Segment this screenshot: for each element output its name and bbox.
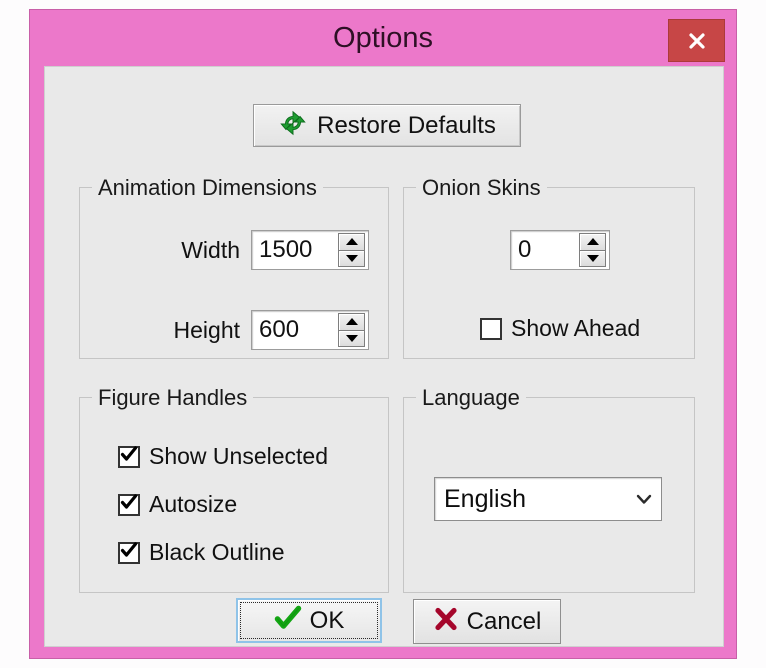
group-title-animation-dimensions: Animation Dimensions [92, 175, 323, 201]
checkbox-box [480, 317, 502, 340]
onion-skins-stepper-up[interactable] [579, 233, 606, 251]
close-icon [686, 30, 708, 52]
checkbox-box [118, 541, 140, 564]
checkbox-autosize[interactable]: Autosize [118, 491, 237, 518]
group-title-figure-handles: Figure Handles [92, 385, 254, 411]
check-icon [120, 541, 138, 564]
checkbox-show-unselected[interactable]: Show Unselected [118, 443, 328, 470]
close-button[interactable] [668, 19, 725, 62]
checkbox-box [118, 445, 140, 468]
width-stepper-up[interactable] [338, 233, 365, 251]
triangle-down-icon [345, 254, 358, 262]
refresh-recycle-icon [278, 108, 308, 143]
checkbox-black-outline[interactable]: Black Outline [118, 539, 285, 566]
checkbox-show-ahead-label: Show Ahead [511, 315, 641, 341]
checkbox-black-outline-label: Black Outline [149, 539, 285, 565]
onion-skins-count-row: 0 [510, 230, 610, 270]
checkbox-show-unselected-label: Show Unselected [149, 443, 328, 469]
width-field-row: Width 1500 [118, 230, 369, 270]
onion-skins-value: 0 [518, 236, 532, 263]
height-stepper [338, 313, 365, 347]
restore-defaults-label: Restore Defaults [317, 111, 496, 139]
width-stepper [338, 233, 365, 267]
chevron-down-icon [627, 489, 661, 509]
ok-button-label: OK [309, 606, 345, 634]
height-stepper-up[interactable] [338, 313, 365, 331]
triangle-up-icon [345, 318, 358, 326]
red-x-icon [433, 606, 459, 637]
height-input[interactable]: 600 [251, 310, 369, 350]
onion-skins-stepper-down[interactable] [579, 250, 606, 267]
width-label: Width [181, 236, 240, 263]
group-figure-handles: Figure Handles Show Unselected Autosize [79, 385, 389, 593]
ok-button[interactable]: OK [236, 598, 382, 643]
triangle-down-icon [586, 254, 599, 262]
onion-skins-stepper [579, 233, 606, 267]
triangle-up-icon [345, 238, 358, 246]
options-dialog-window: Options Restore Defaults Animation Dimen… [29, 9, 737, 659]
triangle-down-icon [345, 334, 358, 342]
width-input[interactable]: 1500 [251, 230, 369, 270]
group-language: Language English [403, 385, 695, 593]
checkbox-autosize-label: Autosize [149, 491, 238, 517]
triangle-up-icon [586, 238, 599, 246]
dialog-client-area: Restore Defaults Animation Dimensions Wi… [44, 66, 724, 647]
height-label: Height [173, 316, 240, 343]
restore-defaults-button[interactable]: Restore Defaults [253, 104, 521, 147]
group-onion-skins: Onion Skins 0 Show Ahead [403, 175, 695, 359]
height-stepper-down[interactable] [338, 330, 365, 347]
language-selected-value: English [444, 484, 526, 513]
green-check-icon [274, 604, 302, 637]
title-bar: Options [30, 10, 736, 66]
height-field-row: Height 600 [118, 310, 369, 350]
onion-skins-input[interactable]: 0 [510, 230, 610, 270]
cancel-button-label: Cancel [466, 607, 542, 635]
window-title: Options [333, 22, 433, 54]
checkbox-box [118, 493, 140, 516]
group-animation-dimensions: Animation Dimensions Width 1500 Height 6… [79, 175, 389, 359]
width-stepper-down[interactable] [338, 250, 365, 267]
group-title-language: Language [416, 385, 526, 411]
cancel-button[interactable]: Cancel [413, 599, 561, 644]
checkbox-show-ahead[interactable]: Show Ahead [480, 315, 640, 342]
language-dropdown[interactable]: English [434, 477, 662, 521]
check-icon [120, 493, 138, 516]
height-value: 600 [259, 316, 300, 343]
check-icon [120, 445, 138, 468]
group-title-onion-skins: Onion Skins [416, 175, 547, 201]
width-value: 1500 [259, 236, 313, 263]
